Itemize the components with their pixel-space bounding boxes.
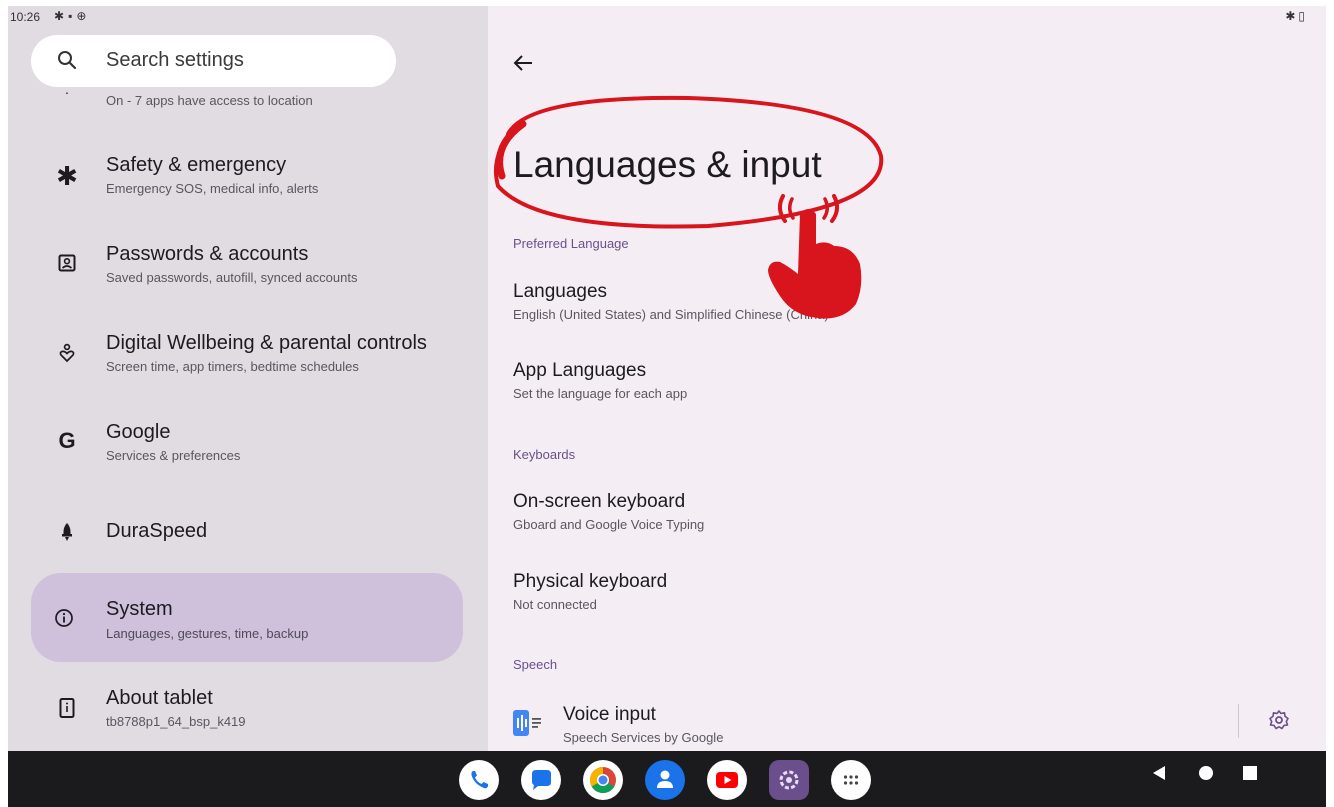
back-arrow-icon[interactable] [513, 52, 533, 78]
account-box-icon [54, 254, 80, 278]
setting-voice-input[interactable]: Voice input Speech Services by Google [513, 704, 1313, 751]
phone-icon[interactable] [459, 760, 499, 800]
settings-sidebar: Search settings · On - 7 apps have acces… [8, 6, 488, 751]
divider [1238, 704, 1239, 738]
settings-window: Search settings · On - 7 apps have acces… [8, 6, 1326, 751]
setting-app-languages[interactable]: App Languages Set the language for each … [513, 360, 687, 401]
setting-on-screen-keyboard[interactable]: On-screen keyboard Gboard and Google Voi… [513, 491, 704, 532]
wellbeing-icon [54, 343, 80, 369]
asterisk-icon: ✱ [56, 161, 78, 191]
search-placeholder: Search settings [106, 49, 244, 71]
status-system-icons: ✱▯ [1285, 9, 1308, 23]
voice-input-settings-gear-icon[interactable] [1268, 709, 1290, 736]
settings-notification-icon: ✱ [54, 9, 69, 23]
nav-back-button[interactable] [1151, 765, 1167, 786]
setting-languages[interactable]: Languages English (United States) and Si… [513, 281, 829, 322]
app-drawer-icon[interactable] [831, 760, 871, 800]
chrome-icon[interactable] [583, 760, 623, 800]
tablet-icon [54, 698, 80, 724]
status-time: 10:26 [10, 10, 41, 24]
rocket-icon [54, 522, 80, 548]
search-icon [57, 50, 77, 75]
settings-icon[interactable] [769, 760, 809, 800]
location-icon: · [64, 84, 70, 100]
status-bar: 10:26 ✱▪⊕ ✱▯ [8, 6, 1326, 28]
youtube-icon[interactable] [707, 760, 747, 800]
nav-recents-button[interactable] [1242, 765, 1258, 786]
messages-icon[interactable] [521, 760, 561, 800]
bluetooth-icon: ✱ [1285, 9, 1299, 23]
sidebar-item-system[interactable]: System Languages, gestures, time, backup [31, 573, 463, 662]
section-header-preferred-language: Preferred Language [513, 236, 629, 251]
setting-physical-keyboard[interactable]: Physical keyboard Not connected [513, 571, 667, 612]
detail-pane: Languages & input Preferred Language Lan… [488, 6, 1326, 751]
google-icon: G [58, 428, 76, 453]
search-settings-bar[interactable]: Search settings [31, 35, 396, 87]
battery-icon: ▯ [1298, 9, 1308, 23]
vpn-icon: ⊕ [76, 9, 91, 23]
section-header-speech: Speech [513, 657, 558, 672]
status-notification-icons: ✱▪⊕ [54, 9, 90, 23]
contacts-icon[interactable] [645, 760, 685, 800]
info-icon [54, 608, 74, 633]
page-title: Languages & input [513, 144, 822, 185]
taskbar [8, 751, 1326, 807]
voice-input-icon [513, 710, 543, 741]
nav-home-button[interactable] [1198, 765, 1214, 786]
section-header-keyboards: Keyboards [513, 447, 576, 462]
